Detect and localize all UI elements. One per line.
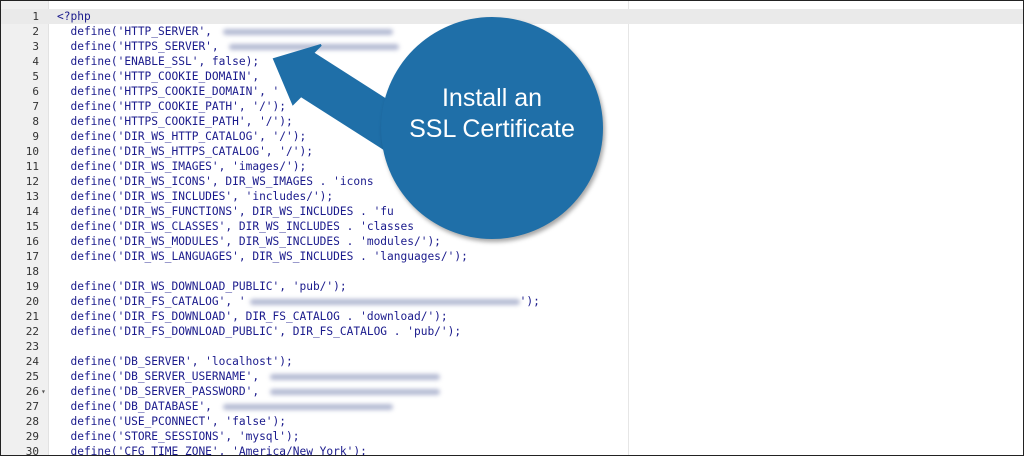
callout-label: Install an SSL Certificate — [381, 83, 603, 145]
code-editor[interactable]: 1 <?php 2 define('HTTP_SERVER', 3 define('… — [0, 0, 1024, 456]
callout-line-1: Install an — [441, 84, 543, 112]
callout-line-2: SSL Certificate — [409, 115, 575, 143]
